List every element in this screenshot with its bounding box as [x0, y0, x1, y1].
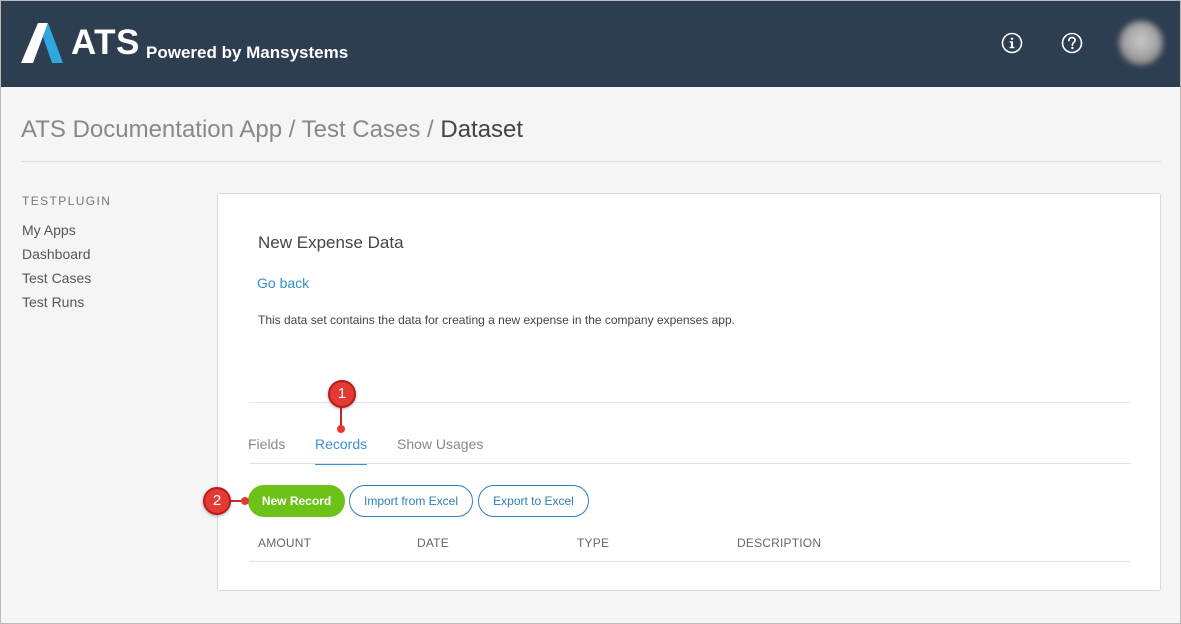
ats-logo-icon	[21, 23, 63, 63]
column-header-type[interactable]: TYPE	[577, 535, 609, 551]
sidebar-item-dashboard[interactable]: Dashboard	[22, 245, 91, 263]
section-divider	[249, 402, 1131, 403]
info-icon[interactable]	[1001, 32, 1023, 54]
tabs-divider	[249, 463, 1131, 464]
breadcrumb-current: Dataset	[440, 116, 524, 143]
breadcrumb-separator: /	[427, 116, 441, 143]
help-icon[interactable]	[1061, 32, 1083, 54]
sidebar-item-test-runs[interactable]: Test Runs	[22, 293, 84, 311]
column-header-date[interactable]: DATE	[417, 535, 449, 551]
logo-text: ATS	[71, 23, 140, 62]
marker-2-dot	[241, 497, 249, 505]
breadcrumb: ATS Documentation App / Test Cases / Dat…	[21, 115, 523, 145]
column-header-description[interactable]: DESCRIPTION	[737, 535, 821, 551]
column-header-amount[interactable]: AMOUNT	[258, 535, 311, 551]
sidebar-item-test-cases[interactable]: Test Cases	[22, 269, 91, 287]
tab-show-usages[interactable]: Show Usages	[397, 435, 483, 463]
sidebar-item-my-apps[interactable]: My Apps	[22, 221, 76, 239]
tab-fields[interactable]: Fields	[248, 435, 285, 463]
dataset-card: New Expense Data Go back This data set c…	[217, 193, 1161, 591]
annotation-marker-1: 1	[328, 380, 356, 408]
breadcrumb-test-cases[interactable]: Test Cases	[302, 116, 421, 143]
go-back-link[interactable]: Go back	[257, 274, 309, 292]
import-from-excel-button[interactable]: Import from Excel	[349, 485, 473, 517]
dataset-title: New Expense Data	[258, 233, 404, 252]
breadcrumb-app[interactable]: ATS Documentation App	[21, 116, 282, 143]
breadcrumb-separator: /	[288, 116, 302, 143]
header-divider	[21, 161, 1161, 162]
sidebar-title: TESTPLUGIN	[22, 194, 112, 208]
dataset-description: This data set contains the data for crea…	[258, 313, 735, 327]
new-record-button[interactable]: New Record	[248, 485, 345, 517]
top-bar: ATS Powered by Mansystems	[1, 1, 1180, 87]
logo-tagline: Powered by Mansystems	[146, 43, 349, 62]
annotation-marker-2: 2	[203, 487, 231, 515]
tab-records[interactable]: Records	[315, 435, 368, 465]
user-avatar[interactable]	[1119, 21, 1163, 65]
marker-1-dot	[337, 425, 345, 433]
export-to-excel-button[interactable]: Export to Excel	[478, 485, 589, 517]
table-header-divider	[249, 561, 1131, 562]
